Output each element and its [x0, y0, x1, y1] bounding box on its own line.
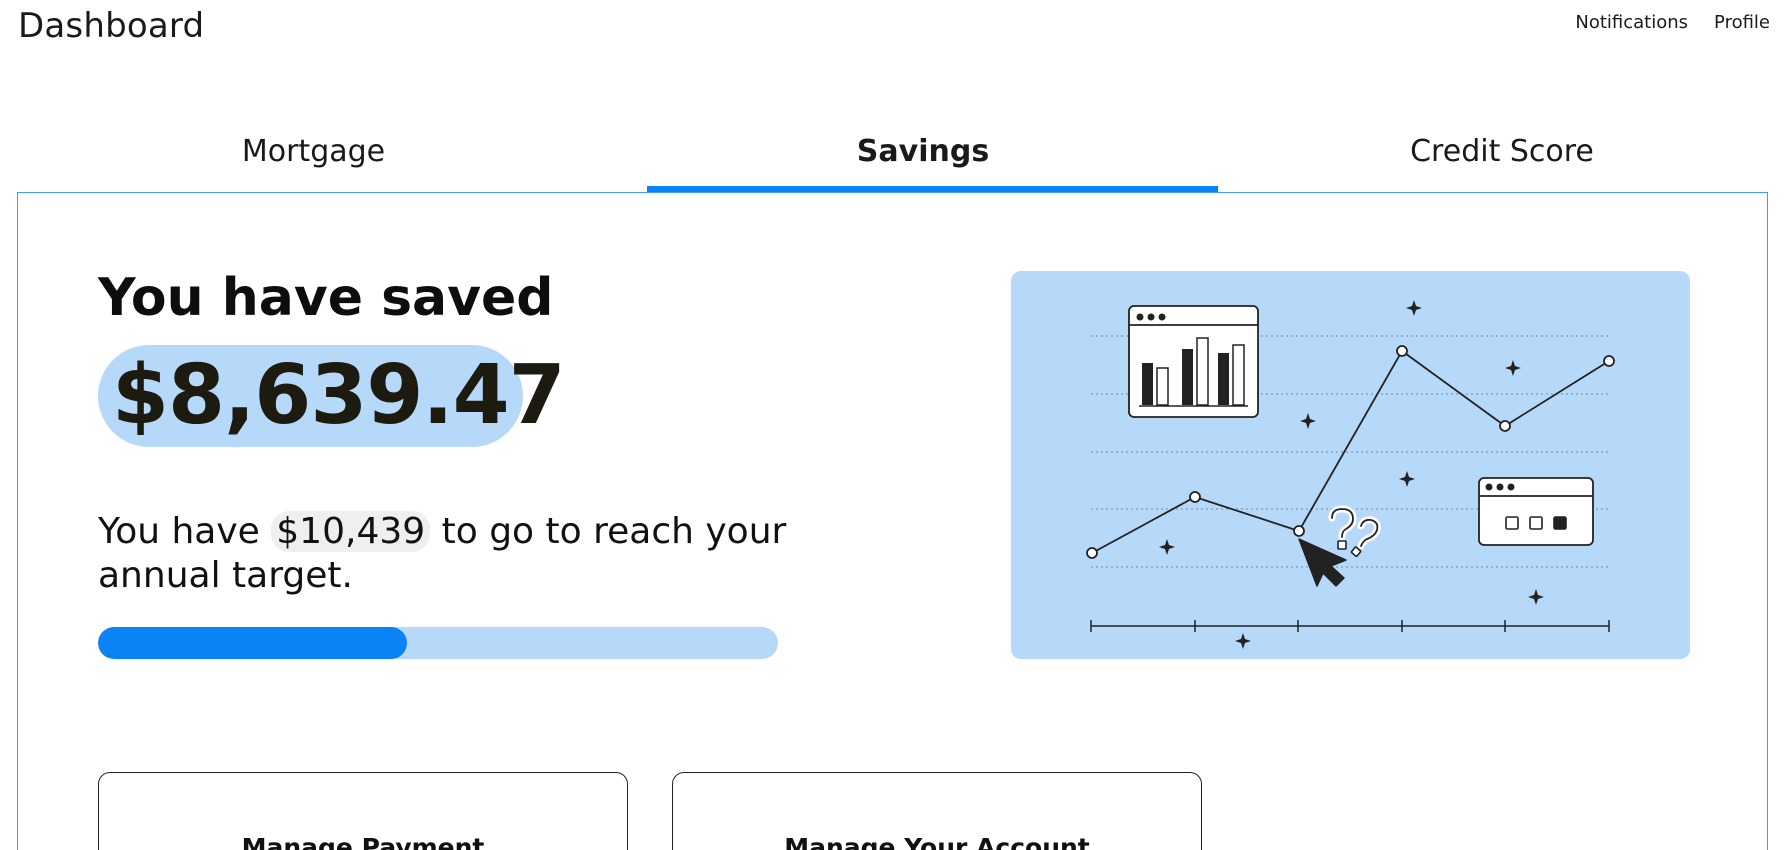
- sparkle-icon: [1159, 539, 1175, 555]
- sparkle-icon: [1528, 589, 1544, 605]
- top-nav: Notifications Profile: [1575, 12, 1770, 33]
- savings-progress-fill: [98, 627, 408, 659]
- savings-progress-bar: [98, 627, 778, 659]
- question-marks-icon: [1328, 505, 1381, 558]
- remaining-prefix: You have: [98, 511, 260, 552]
- manage-payment-button[interactable]: Manage Payment: [98, 772, 628, 850]
- saved-heading: You have saved: [98, 268, 554, 328]
- page-title: Dashboard: [18, 6, 205, 46]
- tab-bar: Mortgage Savings Credit Score: [18, 120, 1766, 193]
- timeline-axis: [1090, 620, 1610, 632]
- sparkle-icon: [1300, 413, 1316, 429]
- savings-illustration: [1011, 271, 1690, 659]
- illustration-graphic: [1086, 300, 1615, 649]
- bar-chart-window-icon: [1128, 305, 1259, 418]
- tab-savings[interactable]: Savings: [628, 120, 1218, 193]
- profile-link[interactable]: Profile: [1714, 12, 1770, 33]
- manage-account-button[interactable]: Manage Your Account: [672, 772, 1202, 850]
- saved-amount: $8,639.47: [112, 348, 566, 443]
- sparkle-icon: [1406, 300, 1422, 316]
- notifications-link[interactable]: Notifications: [1575, 12, 1688, 33]
- sparkle-icon: [1235, 633, 1251, 649]
- tab-mortgage[interactable]: Mortgage: [18, 120, 609, 193]
- remaining-text: You have $10,439 to go to reach your ann…: [98, 510, 798, 598]
- remaining-amount: $10,439: [271, 511, 431, 552]
- sparkle-icon: [1399, 471, 1415, 487]
- sparkle-icon: [1505, 360, 1521, 376]
- browser-window-icon: [1478, 477, 1594, 546]
- tab-credit-score[interactable]: Credit Score: [1218, 120, 1786, 193]
